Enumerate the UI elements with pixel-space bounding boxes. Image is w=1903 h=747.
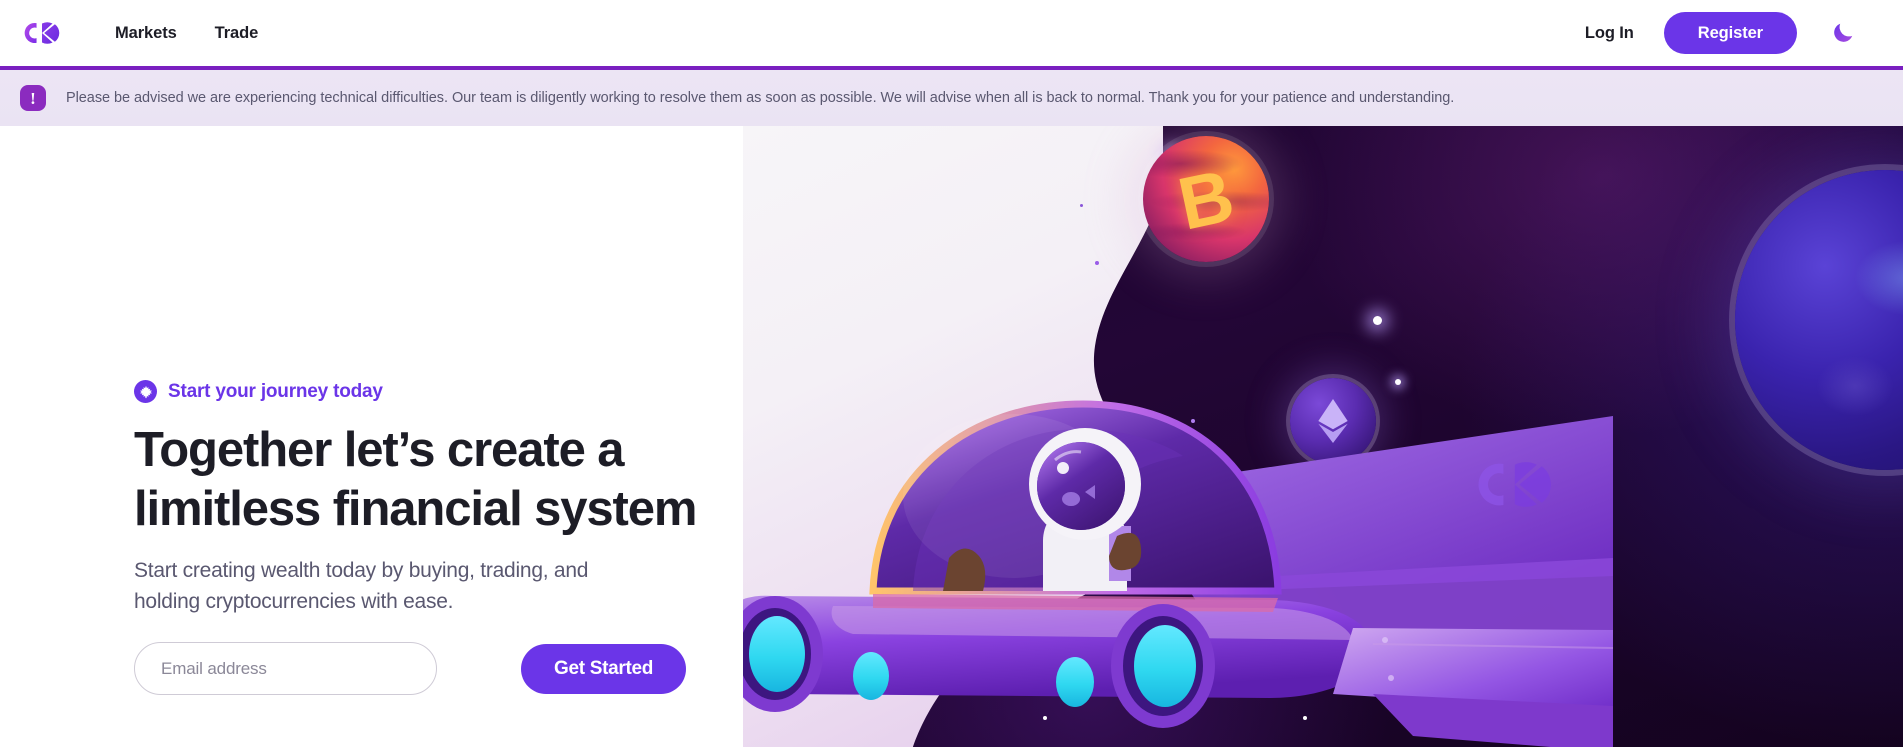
star [1095,261,1099,265]
exclamation-icon: ! [20,85,46,111]
cryptoexchange-logo-icon [24,22,60,44]
subhead-line-1: Start creating wealth today by buying, t… [134,559,589,582]
bitcoin-planet: B [1143,136,1269,262]
brand-logo[interactable] [22,19,62,47]
primary-nav: Markets Trade [96,18,277,49]
signup-form: Get Started [134,642,774,695]
login-link[interactable]: Log In [1567,16,1652,51]
hero-subheading: Start creating wealth today by buying, t… [134,555,734,617]
site-header: Markets Trade Log In Register [0,0,1903,66]
headline-line-2: limitless financial system [134,482,698,536]
theme-toggle-button[interactable] [1821,11,1865,55]
moon-icon [1834,23,1853,42]
headline-line-1: Together let’s create a [134,423,625,477]
page-title: Together let’s create a limitless financ… [134,421,774,539]
nav-item-markets[interactable]: Markets [96,18,196,49]
header-actions: Log In Register [1567,11,1881,55]
space-hero-illustration: B [743,126,1903,747]
nav-item-trade[interactable]: Trade [196,18,278,49]
landing-page: Markets Trade Log In Register ! Please b… [0,0,1903,747]
hero-eyebrow: Start your journey today [134,380,774,403]
hero-eyebrow-text: Start your journey today [168,380,383,402]
register-button[interactable]: Register [1663,12,1797,54]
spaceship-with-astronaut [743,400,1613,747]
star [1080,204,1083,207]
maple-leaf-glyph [139,385,152,398]
banner-message: Please be advised we are experiencing te… [66,90,1455,106]
technical-difficulties-banner: ! Please be advised we are experiencing … [0,70,1903,126]
bitcoin-symbol: B [1171,152,1241,246]
header-bottom-rule [0,66,1903,70]
subhead-line-2: holding cryptocurrencies with ease. [134,590,454,613]
star-glow [1373,316,1382,325]
hero-section: B Start your journey today Together let’… [0,126,1903,747]
email-field[interactable] [134,642,437,695]
get-started-button[interactable]: Get Started [521,643,687,694]
maple-leaf-icon [134,380,157,403]
hero-copy: Start your journey today Together let’s … [134,380,774,695]
